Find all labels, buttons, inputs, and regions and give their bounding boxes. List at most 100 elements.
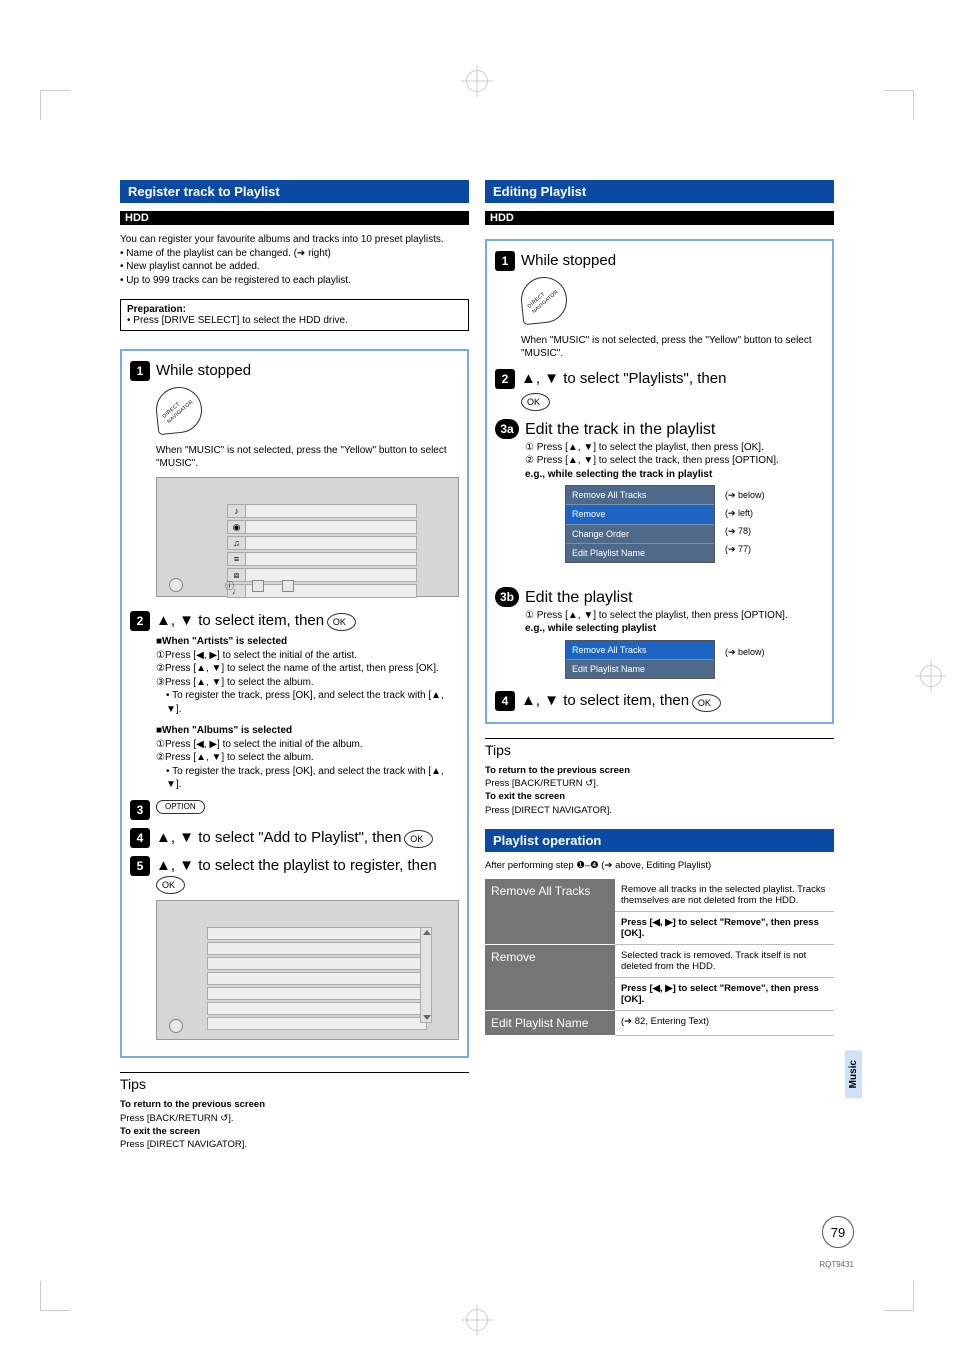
instruction-line: ②Press [▲, ▼] to select the album. (156, 751, 459, 765)
registration-mark (466, 1309, 488, 1331)
playlist-screen-mock (156, 900, 459, 1040)
side-tab-music: Music (845, 1050, 862, 1098)
step-note: When "MUSIC" is not selected, press the … (156, 444, 459, 471)
r-step-4: 4 ▲, ▼ to select item, then OK (495, 691, 824, 711)
step-title: ▲, ▼ to select item, then (521, 692, 689, 709)
ok-button-icon: OK (404, 830, 433, 848)
menu-item: Edit Playlist Name (566, 544, 714, 562)
step-2: 2 ▲, ▼ to select item, then OK ■When "Ar… (130, 611, 459, 792)
step-5: 5 ▲, ▼ to select the playlist to registe… (130, 856, 459, 1046)
list-item (207, 957, 427, 970)
tips-label: To return to the previous screen (485, 764, 834, 777)
step-number-icon: 3a (495, 419, 519, 439)
ok-button-icon: OK (692, 694, 721, 712)
prep-text: • Press [DRIVE SELECT] to select the HDD… (127, 315, 348, 326)
tips-heading: Tips (485, 738, 834, 758)
step-number-icon: 4 (495, 691, 515, 711)
list-item (207, 942, 427, 955)
op-desc: Selected track is removed. Track itself … (615, 944, 834, 977)
instruction-sub: • To register the track, press [OK], and… (156, 689, 459, 716)
hdd-tag: HDD (120, 211, 469, 225)
tips-text: Press [BACK/RETURN ↺]. (120, 1113, 234, 1124)
op-label: Edit Playlist Name (485, 1010, 615, 1035)
step-1: 1 While stopped When "MUSIC" is not sele… (130, 361, 459, 603)
menu-item: Edit Playlist Name (566, 660, 714, 678)
tips-text: Press [BACK/RETURN ↺]. (485, 778, 599, 789)
list-item (207, 927, 427, 940)
flow-right: 1 While stopped When "MUSIC" is not sele… (485, 239, 834, 724)
list-item (207, 1017, 427, 1030)
table-row: Remove All Tracks Remove all tracks in t… (485, 879, 834, 912)
r-step-3a: 3a Edit the track in the playlist ① Pres… (495, 419, 824, 639)
op-desc: (➔ 82, Entering Text) (615, 1010, 834, 1035)
op-label: Remove (485, 944, 615, 1010)
section-title-register: Register track to Playlist (120, 180, 469, 203)
section-title-editing: Editing Playlist (485, 180, 834, 203)
preparation-box: Preparation: • Press [DRIVE SELECT] to s… (120, 299, 469, 331)
left-column: Register track to Playlist HDD You can r… (120, 180, 469, 1152)
list-item (207, 972, 427, 985)
tips-label: To exit the screen (120, 1125, 469, 1138)
instruction-line: ②Press [▲, ▼] to select the name of the … (156, 662, 459, 676)
document-code: RQT9431 (819, 1260, 854, 1269)
playlist-icon: ≡ (228, 553, 246, 565)
option-button-icon: OPTION (156, 800, 205, 815)
genre-icon: ♫ (228, 537, 246, 549)
table-row: Edit Playlist Name (➔ 82, Entering Text) (485, 1010, 834, 1035)
page-number: 79 (822, 1216, 854, 1248)
eg-label: e.g., while selecting the track in playl… (525, 468, 824, 482)
section-title-op: Playlist operation (485, 829, 834, 852)
menu-item: Remove All Tracks (566, 641, 714, 660)
list-item (207, 1002, 427, 1015)
direct-navigator-icon (154, 385, 205, 436)
r-step-2: 2 ▲, ▼ to select "Playlists", then OK (495, 369, 824, 411)
subheading-artists: ■When "Artists" is selected (156, 635, 459, 649)
intro-bullet: • Name of the playlist can be changed. (… (120, 247, 469, 261)
intro-text: You can register your favourite albums a… (120, 233, 469, 287)
ok-button-icon: OK (521, 393, 550, 411)
arrow-label: (➔ 77) (725, 543, 805, 555)
r-step-1: 1 While stopped When "MUSIC" is not sele… (495, 251, 824, 361)
registration-mark (920, 665, 942, 687)
step-title: Edit the track in the playlist (525, 419, 824, 441)
step-number-icon: 2 (130, 611, 150, 631)
op-label: Remove All Tracks (485, 879, 615, 945)
instruction-line: ① Press [▲, ▼] to select the playlist, t… (525, 441, 824, 455)
op-action: Press [◀, ▶] to select "Remove", then pr… (615, 911, 834, 944)
album-icon: ◉ (228, 521, 246, 533)
op-after-text: After performing step ❶–❹ (➔ above, Edit… (485, 860, 834, 871)
arrow-label: (➔ below) (725, 489, 805, 501)
ok-button-icon: OK (156, 876, 185, 894)
tips-text: Press [DIRECT NAVIGATOR]. (485, 805, 612, 816)
table-row: Remove Selected track is removed. Track … (485, 944, 834, 977)
step-title: ▲, ▼ to select item, then (156, 612, 324, 629)
option-menu-3a: Remove All Tracks Remove Change Order Ed… (565, 485, 715, 563)
green-square-icon (252, 580, 264, 592)
right-column: Editing Playlist HDD 1 While stopped Whe… (485, 180, 834, 1152)
yellow-square-icon (282, 580, 294, 592)
arrow-label: (➔ left) (725, 507, 805, 519)
step-4: 4 ▲, ▼ to select "Add to Playlist", then… (130, 828, 459, 848)
op-action: Press [◀, ▶] to select "Remove", then pr… (615, 977, 834, 1010)
step-number-icon: 1 (495, 251, 515, 271)
registration-mark (466, 70, 488, 92)
step-number-icon: 4 (130, 828, 150, 848)
arrow-label: (➔ below) (725, 646, 765, 658)
menu-arrow-labels: (➔ below) (➔ left) (➔ 78) (➔ 77) (725, 489, 805, 556)
disc-icon (169, 1019, 183, 1033)
tips-body: To return to the previous screen Press [… (120, 1098, 469, 1151)
step-number-icon: 2 (495, 369, 515, 389)
instruction-line: ①Press [◀, ▶] to select the initial of t… (156, 649, 459, 663)
step-number-icon: 3 (130, 800, 150, 820)
intro-bullet: • Up to 999 tracks can be registered to … (120, 274, 469, 288)
subheading-albums: ■When "Albums" is selected (156, 724, 459, 738)
flow-left: 1 While stopped When "MUSIC" is not sele… (120, 349, 469, 1058)
menu-item: Remove All Tracks (566, 486, 714, 505)
step-title: ▲, ▼ to select "Add to Playlist", then (156, 829, 401, 846)
instruction-line: ③Press [▲, ▼] to select the album. (156, 676, 459, 690)
step-title: ▲, ▼ to select "Playlists", then (521, 370, 726, 387)
prep-title: Preparation: (127, 304, 462, 315)
arrow-label: (➔ 78) (725, 525, 805, 537)
option-menu-3b: Remove All Tracks Edit Playlist Name (565, 640, 715, 679)
intro-line: You can register your favourite albums a… (120, 233, 469, 247)
